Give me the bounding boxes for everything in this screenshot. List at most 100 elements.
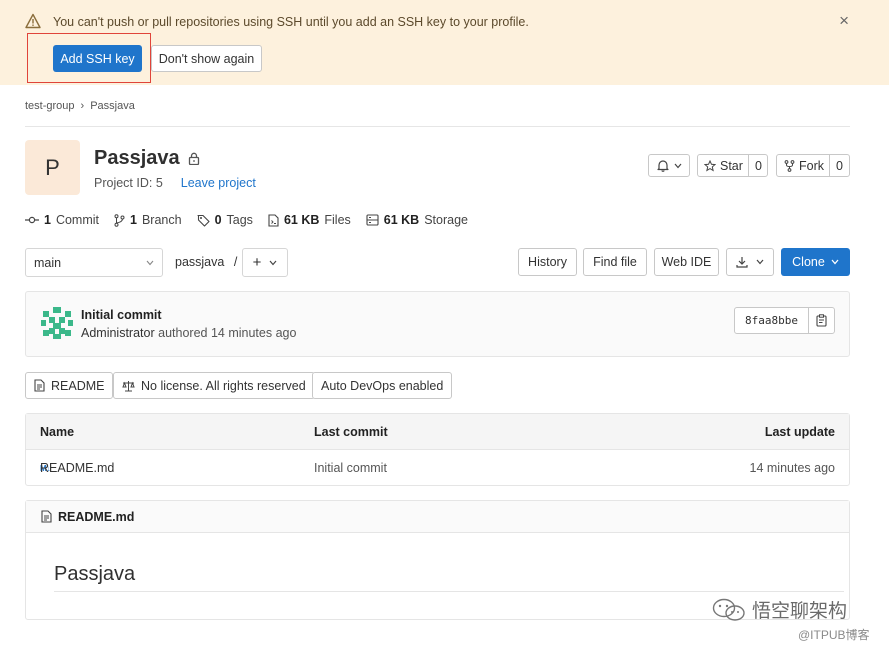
add-file-dropdown[interactable]: +	[242, 248, 288, 277]
tag-icon	[197, 214, 210, 227]
col-name: Name	[40, 424, 75, 439]
commits-label: Commit	[55, 213, 100, 227]
notification-dropdown[interactable]	[648, 154, 690, 177]
star-label: Star	[720, 158, 743, 173]
wechat-icon	[712, 598, 745, 621]
storage-stat: 61 KB Storage	[366, 213, 468, 227]
path-separator: /	[233, 255, 238, 269]
project-name: Passjava	[94, 147, 180, 169]
auto-devops-label: Auto DevOps enabled	[321, 378, 444, 393]
plus-icon: +	[252, 254, 262, 271]
chevron-down-icon	[146, 260, 154, 265]
tags-label: Tags	[226, 213, 253, 227]
storage-label: Storage	[424, 213, 468, 227]
star-count: 0	[747, 155, 768, 176]
files-size: 61 KB	[283, 213, 320, 227]
watermark-source: @ITPUB博客	[798, 628, 870, 642]
path-project[interactable]: passjava	[175, 255, 224, 269]
web-ide-button[interactable]: Web IDE	[654, 248, 719, 276]
file-last-commit[interactable]: Initial commit	[314, 450, 387, 486]
watermark-title: 悟空聊架构	[752, 601, 848, 622]
dont-show-again-button[interactable]: Don't show again	[151, 45, 262, 72]
divider	[25, 126, 850, 127]
files-label: Files	[324, 213, 351, 227]
file-text-icon	[41, 510, 52, 523]
project-stats: 1 Commit 1 Branch 0 Tags 61 KB Files 61 …	[25, 213, 468, 227]
table-header: Name Last commit Last update	[26, 414, 849, 450]
readme-header: README.md	[26, 501, 849, 533]
project-meta: Project ID: 5 Leave project	[94, 176, 256, 190]
fork-icon	[784, 159, 795, 172]
ssh-key-banner: You can't push or pull repositories usin…	[0, 0, 889, 85]
commit-title[interactable]: Initial commit	[81, 308, 162, 322]
find-file-button[interactable]: Find file	[583, 248, 647, 276]
download-icon	[736, 257, 748, 268]
star-button[interactable]: Star 0	[697, 154, 768, 177]
file-tree-table: Name Last commit Last update M↓ README.m…	[25, 413, 850, 486]
project-id: Project ID: 5	[94, 176, 163, 190]
storage-icon	[366, 214, 379, 226]
tags-count: 0	[214, 213, 222, 227]
branches-stat[interactable]: 1 Branch	[114, 213, 182, 227]
fork-button[interactable]: Fork 0	[776, 154, 850, 177]
branches-label: Branch	[141, 213, 182, 227]
chevron-down-icon	[756, 259, 764, 265]
breadcrumb: test-group › Passjava	[25, 100, 135, 112]
banner-message: You can't push or pull repositories usin…	[53, 15, 529, 29]
branch-select[interactable]: main	[25, 248, 163, 277]
readme-filename[interactable]: README.md	[58, 510, 134, 524]
close-icon[interactable]: ×	[839, 11, 849, 31]
commit-sha[interactable]: 8faa8bbe	[734, 307, 809, 334]
copy-sha-button[interactable]	[808, 307, 835, 334]
scale-icon	[122, 380, 135, 391]
history-button[interactable]: History	[518, 248, 577, 276]
leave-project-link[interactable]: Leave project	[181, 176, 256, 190]
commit-author[interactable]: Administrator	[81, 326, 155, 340]
breadcrumb-project[interactable]: Passjava	[90, 100, 135, 112]
col-last-update: Last update	[764, 424, 835, 439]
license-badge-label: No license. All rights reserved	[141, 378, 306, 393]
fork-count: 0	[829, 155, 849, 176]
storage-size: 61 KB	[383, 213, 420, 227]
clone-button[interactable]: Clone	[781, 248, 850, 276]
chevron-down-icon	[674, 163, 681, 168]
chevron-down-icon	[269, 260, 277, 265]
commit-icon	[25, 216, 39, 224]
branch-icon	[114, 213, 125, 227]
chevron-down-icon	[831, 259, 839, 265]
add-ssh-key-button[interactable]: Add SSH key	[53, 45, 142, 72]
commits-stat[interactable]: 1 Commit	[25, 213, 99, 227]
col-last-commit: Last commit	[314, 424, 388, 439]
license-badge[interactable]: No license. All rights reserved	[113, 372, 315, 399]
file-last-update: 14 minutes ago	[749, 461, 835, 475]
clipboard-icon	[816, 314, 827, 327]
readme-divider	[54, 591, 844, 592]
watermark: 悟空聊架构	[712, 596, 847, 623]
readme-heading: Passjava	[54, 563, 136, 585]
bell-icon	[656, 160, 669, 172]
files-stat[interactable]: 61 KB Files	[268, 213, 351, 227]
project-title: Passjava	[94, 147, 200, 170]
star-icon	[704, 159, 716, 172]
tags-stat[interactable]: 0 Tags	[197, 213, 253, 227]
file-icon	[268, 213, 279, 227]
repo-path: passjava /	[175, 255, 237, 269]
file-text-icon	[34, 379, 45, 392]
readme-badge[interactable]: README	[25, 372, 114, 399]
table-row[interactable]: M↓ README.md Initial commit 14 minutes a…	[26, 450, 849, 486]
breadcrumb-group[interactable]: test-group	[25, 100, 75, 112]
warning-icon	[25, 13, 41, 29]
commit-meta: Administrator authored 14 minutes ago	[81, 326, 296, 340]
branches-count: 1	[130, 213, 137, 227]
readme-badge-label: README	[51, 378, 105, 393]
branch-name: main	[34, 255, 62, 270]
project-avatar: P	[25, 140, 80, 195]
commit-time: authored 14 minutes ago	[158, 326, 297, 340]
last-commit-panel: Initial commit Administrator authored 14…	[25, 291, 850, 357]
user-avatar[interactable]	[40, 306, 74, 340]
auto-devops-badge[interactable]: Auto DevOps enabled	[312, 372, 453, 399]
fork-label: Fork	[799, 158, 824, 173]
file-name[interactable]: README.md	[40, 450, 114, 486]
commits-count: 1	[44, 213, 51, 227]
download-dropdown[interactable]	[726, 248, 774, 276]
